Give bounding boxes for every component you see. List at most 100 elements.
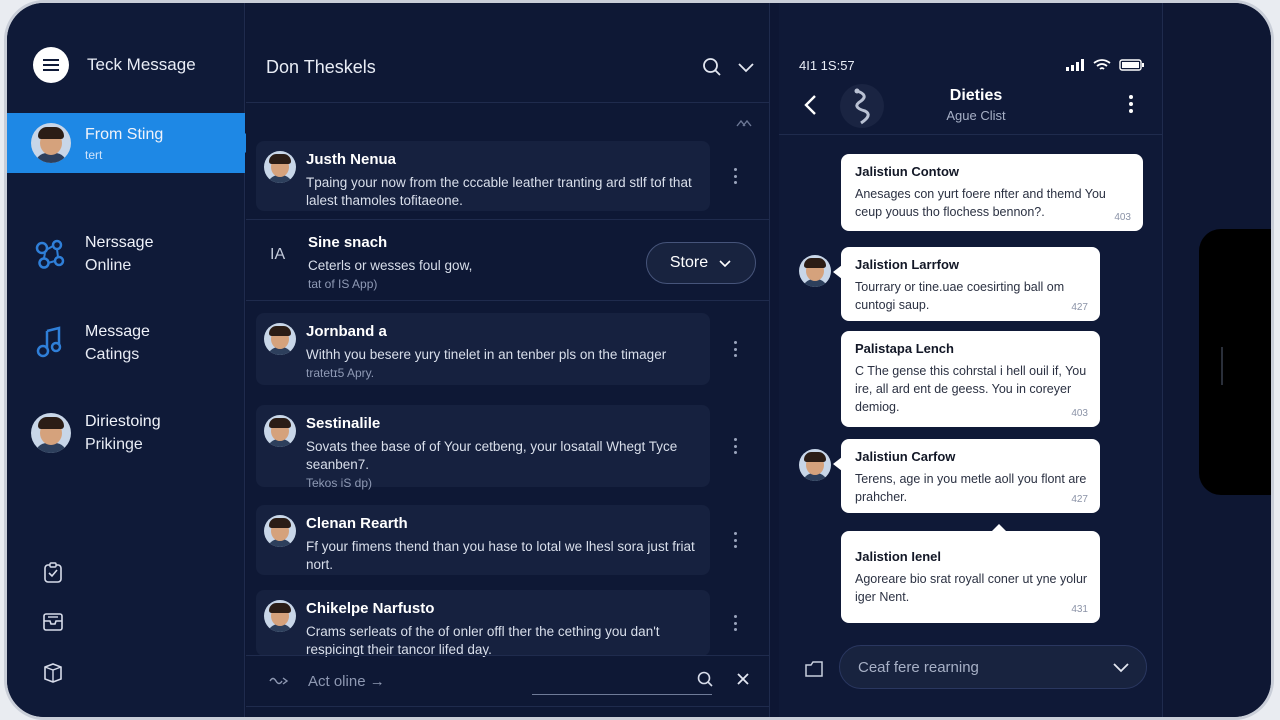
message-time: 403: [1114, 212, 1131, 223]
message-preview-text: Sovats thee base of of Your cetbeng, you…: [306, 439, 678, 472]
message-composer[interactable]: Ceaf fere rearning: [839, 645, 1147, 689]
message-text: Anesages con yurt foere nfter and themd …: [855, 187, 1106, 219]
chevron-down-icon[interactable]: [734, 55, 758, 79]
search-bar: Act oline →: [246, 655, 770, 707]
message-time: Tekos iS dp): [306, 476, 373, 490]
more-options-icon[interactable]: [734, 532, 738, 548]
more-options-icon[interactable]: [1129, 95, 1133, 113]
list-item[interactable]: Chikelpe Narfusto Crams serleats of the …: [256, 590, 737, 657]
avatar: [264, 323, 296, 355]
contact-name: Jornband a: [306, 323, 387, 340]
list-header: Don Theskels: [246, 33, 770, 103]
contact-name: Sestinalile: [306, 415, 381, 432]
sidebar-item-sublabel: tert: [85, 147, 103, 162]
message-time: 431: [1071, 604, 1088, 615]
sticker-icon[interactable]: [803, 659, 825, 684]
close-icon[interactable]: [734, 670, 752, 693]
message-bubble[interactable]: Jalistiun Carfow Terens, age in you metl…: [833, 439, 1100, 513]
list-title: Don Theskels: [266, 57, 376, 77]
message-bubble[interactable]: Jalistion Ienel Agoreare bio srat royall…: [841, 524, 1100, 623]
sidebar-item-message-catings[interactable]: Message Catings: [7, 318, 245, 368]
search-icon[interactable]: [700, 55, 724, 79]
checklist-icon[interactable]: [39, 559, 67, 587]
contact-name: Clenan Rearth: [306, 515, 408, 532]
list-item[interactable]: IA Sine snach Ceterls or wesses foul gow…: [246, 219, 770, 301]
device-frame: Teck Message From Sting tert Nerssage On…: [4, 0, 1274, 720]
status-bar: 4I1 1S:57: [799, 57, 1145, 75]
list-item[interactable]: Justh Nenua Tpaing your now from the ccc…: [256, 141, 737, 211]
sidebar-item-label: From Sting: [85, 125, 164, 143]
box-icon[interactable]: [39, 659, 67, 687]
network-icon: [31, 234, 71, 274]
sidebar-item-from-sting[interactable]: From Sting tert: [7, 113, 255, 173]
sidebar-item-sublabel: Prikinge: [85, 436, 143, 453]
store-button[interactable]: Store: [646, 242, 756, 284]
drag-handle[interactable]: [1221, 347, 1223, 385]
store-button-label: Store: [669, 254, 709, 271]
more-options-icon[interactable]: [734, 615, 738, 631]
sidebar-item-label: Diriestoing: [85, 413, 161, 430]
message-text: Agoreare bio srat royall coner ut yne yo…: [855, 572, 1088, 604]
avatar: [264, 515, 296, 547]
list-item[interactable]: Clenan Rearth Ff your fimens thend than …: [256, 505, 737, 575]
chevron-down-icon: [719, 260, 731, 268]
status-time: 4I1 1S:57: [799, 58, 855, 73]
squiggle-icon: [268, 672, 290, 693]
contact-name: Sine snach: [308, 234, 388, 251]
menu-icon[interactable]: [33, 47, 69, 83]
side-panel: [1199, 229, 1271, 495]
row-prefix: IA: [270, 246, 286, 263]
sender-name: Jalistiun Contow: [855, 164, 959, 179]
message-preview-text: Withh you besere yury tinelet in an tenb…: [306, 347, 667, 362]
sidebar-item-sublabel: Online: [85, 257, 132, 274]
battery-icon: [1119, 59, 1144, 71]
chat-pane: 4I1 1S:57 Dieties Ague Clist Jalistiun C…: [779, 3, 1163, 717]
contact-name: Chikelpe Narfusto: [306, 600, 435, 617]
sender-name: Palistapa Lench: [855, 341, 954, 356]
sidebar-item-label: Nerssage: [85, 234, 154, 251]
message-text: C The gense this cohrstal i hell ouil if…: [855, 364, 1087, 414]
composer-input[interactable]: Ceaf fere rearning: [858, 659, 979, 676]
avatar: [799, 255, 831, 287]
message-preview: Withh you besere yury tinelet in an tenb…: [306, 346, 706, 382]
sidebar-header: Teck Message: [33, 47, 196, 83]
sender-name: Jalistion Larrfow: [855, 257, 960, 272]
chevron-down-icon[interactable]: [1112, 660, 1130, 679]
signal-icon: [1066, 59, 1084, 71]
inbox-icon[interactable]: [39, 608, 67, 636]
more-options-icon[interactable]: [734, 341, 738, 357]
sidebar-item-diriestoing[interactable]: Diriestoing Prikinge: [7, 408, 245, 458]
search-input[interactable]: Act oline →: [308, 673, 385, 690]
app-title: Teck Message: [87, 55, 196, 74]
list-item[interactable]: Sestinalile Sovats thee base of of Your …: [256, 405, 737, 490]
list-item[interactable]: Jornband a Withh you besere yury tinelet…: [256, 313, 737, 385]
sidebar: Teck Message From Sting tert Nerssage On…: [7, 3, 255, 717]
chat-header: Dieties Ague Clist: [779, 77, 1163, 135]
collapse-caret-icon[interactable]: [735, 115, 752, 131]
avatar: [31, 123, 71, 163]
sidebar-item-message-online[interactable]: Nerssage Online: [7, 229, 245, 279]
avatar: [264, 415, 296, 447]
message-time: 427: [1071, 302, 1088, 313]
sidebar-item-sublabel: Catings: [85, 346, 140, 363]
message-bubble[interactable]: Jalistion Larrfow Tourrary or tine.uae c…: [833, 247, 1100, 321]
search-icon[interactable]: [696, 670, 714, 693]
message-time: tratetɪ5 Apry.: [306, 366, 375, 380]
chat-subtitle: Ague Clist: [946, 108, 1006, 123]
avatar: [799, 449, 831, 481]
avatar: [264, 600, 296, 632]
more-options-icon[interactable]: [734, 438, 738, 454]
avatar: [264, 151, 296, 183]
message-time: tat of IS App): [308, 277, 378, 291]
sidebar-item-label: Message: [85, 323, 150, 340]
message-text: Tourrary or tine.uae coesirting ball om …: [855, 280, 1065, 312]
message-preview: Tpaing your now from the cccable leather…: [306, 175, 692, 208]
message-preview: Ceterls or wesses foul gow, tat of IS Ap…: [308, 257, 588, 293]
contact-name: Justh Nenua: [306, 151, 397, 168]
message-preview: Ff your fimens thend than you hase to lo…: [306, 539, 695, 572]
message-preview: Sovats thee base of of Your cetbeng, you…: [306, 438, 706, 492]
message-bubble[interactable]: Palistapa Lench C The gense this cohrsta…: [841, 331, 1100, 427]
more-options-icon[interactable]: [734, 168, 738, 184]
message-time: 427: [1071, 494, 1088, 505]
message-bubble[interactable]: Jalistiun Contow Anesages con yurt foere…: [841, 154, 1143, 231]
